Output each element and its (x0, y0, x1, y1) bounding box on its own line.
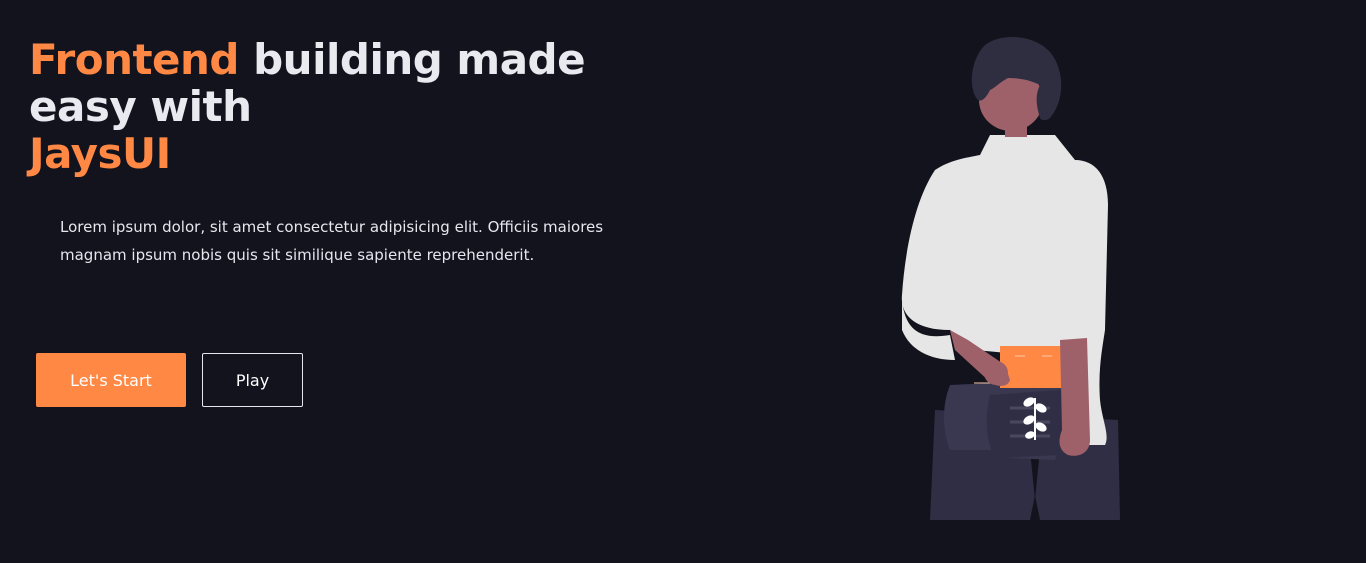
lets-start-button[interactable]: Let's Start (36, 353, 186, 407)
hero-title-highlight: Frontend (29, 35, 240, 84)
hero-section: Frontend building made easy with JaysUI L… (0, 0, 1366, 563)
person-illustration (901, 36, 1120, 520)
hero-title-brand: JaysUI (29, 129, 171, 178)
hero-description: Lorem ipsum dolor, sit amet consectetur … (60, 218, 604, 264)
play-button[interactable]: Play (202, 353, 303, 407)
hero-title: Frontend building made easy with JaysUI (29, 36, 629, 177)
